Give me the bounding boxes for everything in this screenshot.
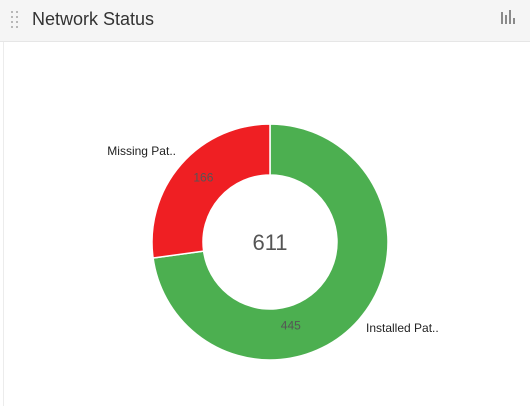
donut-chart: 445 Installed Pat.. 166 Missing Pat.. 611 (0, 42, 530, 406)
donut-chart-svg: 445 Installed Pat.. 166 Missing Pat.. 611 (107, 123, 439, 361)
widget-header: Network Status (0, 0, 530, 42)
widget-title: Network Status (32, 9, 155, 29)
slice-value-missing: 166 (193, 170, 213, 184)
bar-chart-icon[interactable] (500, 9, 516, 25)
drag-grip-icon[interactable] (10, 10, 20, 32)
slice-label-missing: Missing Pat.. (107, 144, 176, 158)
network-status-widget: Network Status 445 Installed Pat.. 166 Miss… (0, 0, 530, 406)
donut-center-total: 611 (252, 230, 287, 255)
slice-label-installed: Installed Pat.. (366, 321, 439, 335)
slice-value-installed: 445 (281, 319, 301, 333)
